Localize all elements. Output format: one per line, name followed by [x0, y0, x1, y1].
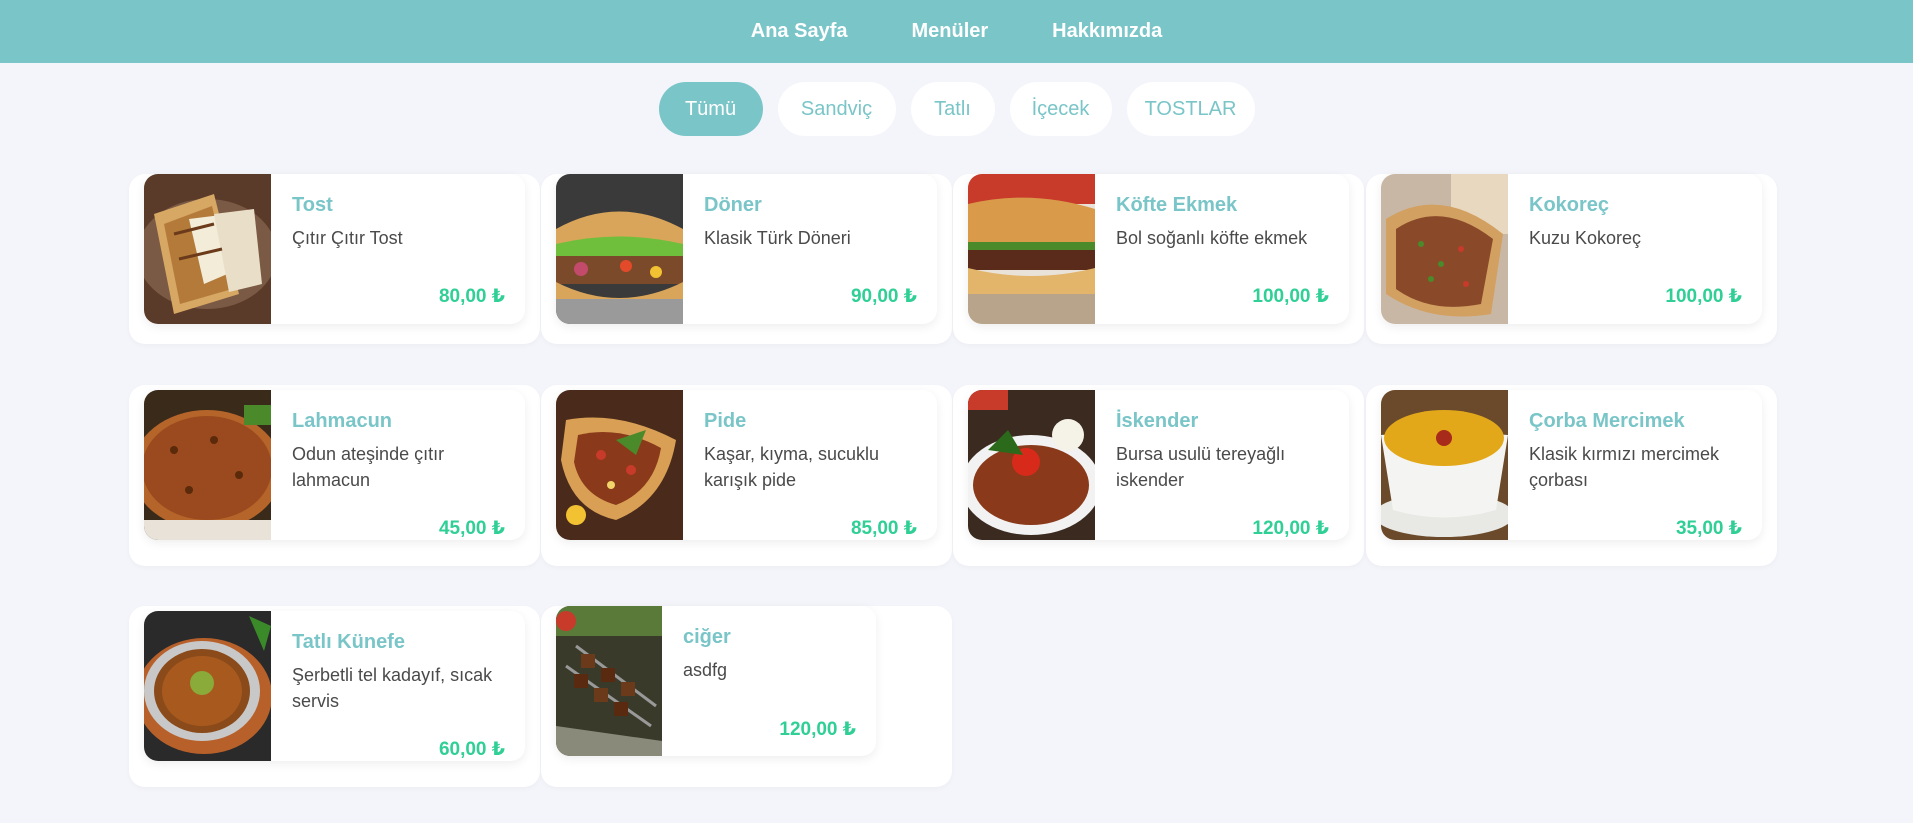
product-description: Klasik kırmızı mercimek çorbası: [1529, 444, 1720, 490]
product-name: Lahmacun: [292, 410, 393, 432]
filter-drinks[interactable]: İçecek: [1009, 82, 1112, 136]
product-price: 100,00 ₺: [1252, 286, 1329, 307]
product-name: Çorba Mercimek: [1529, 410, 1685, 432]
product-card-kunefe[interactable]: Tatlı Künefe Şerbetli tel kadayıf, sıcak…: [144, 611, 525, 761]
doner-image: [556, 174, 683, 324]
product-card-wrapper: Köfte Ekmek Bol soğanlı köfte ekmek 100,…: [953, 174, 1364, 344]
product-name: Köfte Ekmek: [1116, 194, 1238, 216]
nav-home-link[interactable]: Ana Sayfa: [751, 20, 848, 43]
pide-image: [556, 390, 683, 540]
product-price: 85,00 ₺: [850, 518, 917, 539]
kunefe-image: [144, 611, 271, 761]
kofte-image: [968, 174, 1095, 324]
product-card-ciger[interactable]: ciğer asdfg 120,00 ₺: [556, 606, 876, 756]
filter-toasts[interactable]: TOSTLAR: [1126, 82, 1255, 136]
filter-sandwich[interactable]: Sandviç: [777, 82, 896, 136]
product-price: 90,00 ₺: [850, 286, 917, 307]
product-card-pide[interactable]: Pide Kaşar, kıyma, sucuklu karışık pide …: [556, 390, 937, 540]
product-name: ciğer: [683, 626, 731, 648]
product-description: Şerbetli tel kadayıf, sıcak servis: [292, 665, 493, 711]
category-filter-bar: Tümü Sandviç Tatlı İçecek TOSTLAR: [0, 82, 1913, 136]
ciger-image: [556, 606, 662, 756]
product-card-kofte[interactable]: Köfte Ekmek Bol soğanlı köfte ekmek 100,…: [968, 174, 1349, 324]
product-price: 60,00 ₺: [438, 739, 505, 760]
product-description: Kuzu Kokoreç: [1529, 228, 1642, 248]
product-card-wrapper: Tost Çıtır Çıtır Tost 80,00 ₺: [129, 174, 540, 344]
product-description: Bursa usulü tereyağlı iskender: [1116, 444, 1286, 490]
product-price: 120,00 ₺: [779, 719, 856, 740]
product-description: Odun ateşinde çıtır lahmacun: [292, 444, 445, 490]
product-card-iskender[interactable]: İskender Bursa usulü tereyağlı iskender …: [968, 390, 1349, 540]
product-name: Tatlı Künefe: [292, 631, 405, 653]
nav-menus-link[interactable]: Menüler: [911, 20, 988, 43]
product-card-wrapper: İskender Bursa usulü tereyağlı iskender …: [953, 385, 1364, 566]
filter-all[interactable]: Tümü: [658, 82, 763, 136]
product-description: Klasik Türk Döneri: [704, 228, 851, 248]
soup-image: [1381, 390, 1508, 540]
product-price: 120,00 ₺: [1252, 518, 1329, 539]
product-card-wrapper: Çorba Mercimek Klasik kırmızı mercimek ç…: [1366, 385, 1777, 566]
product-description: Bol soğanlı köfte ekmek: [1116, 228, 1308, 248]
product-card-lahmacun[interactable]: Lahmacun Odun ateşinde çıtır lahmacun 45…: [144, 390, 525, 540]
product-name: Döner: [704, 194, 762, 216]
product-name: Pide: [704, 410, 747, 432]
top-navbar: Ana Sayfa Menüler Hakkımızda: [0, 0, 1913, 63]
product-card-wrapper: ciğer asdfg 120,00 ₺: [541, 606, 952, 787]
product-description: Çıtır Çıtır Tost: [292, 228, 403, 248]
toast-image: [144, 174, 271, 324]
product-price: 80,00 ₺: [438, 286, 505, 307]
product-card-wrapper: Kokoreç Kuzu Kokoreç 100,00 ₺: [1366, 174, 1777, 344]
filter-dessert[interactable]: Tatlı: [910, 82, 995, 136]
product-card-kokorec[interactable]: Kokoreç Kuzu Kokoreç 100,00 ₺: [1381, 174, 1762, 324]
product-card-wrapper: Pide Kaşar, kıyma, sucuklu karışık pide …: [541, 385, 952, 566]
product-name: Kokoreç: [1529, 194, 1610, 216]
product-card-wrapper: Lahmacun Odun ateşinde çıtır lahmacun 45…: [129, 385, 540, 566]
product-card-doner[interactable]: Döner Klasik Türk Döneri 90,00 ₺: [556, 174, 937, 324]
product-card-wrapper: Döner Klasik Türk Döneri 90,00 ₺: [541, 174, 952, 344]
nav-about-link[interactable]: Hakkımızda: [1052, 20, 1162, 43]
product-name: İskender: [1116, 410, 1199, 432]
product-price: 100,00 ₺: [1665, 286, 1742, 307]
product-price: 45,00 ₺: [438, 518, 505, 539]
iskender-image: [968, 390, 1095, 540]
product-card-soup[interactable]: Çorba Mercimek Klasik kırmızı mercimek ç…: [1381, 390, 1762, 540]
product-price: 35,00 ₺: [1675, 518, 1742, 539]
product-name: Tost: [292, 194, 333, 216]
product-card-wrapper: Tatlı Künefe Şerbetli tel kadayıf, sıcak…: [129, 606, 540, 787]
product-description: asdfg: [683, 660, 728, 680]
kokorec-image: [1381, 174, 1508, 324]
product-card-tost[interactable]: Tost Çıtır Çıtır Tost 80,00 ₺: [144, 174, 525, 324]
product-description: Kaşar, kıyma, sucuklu karışık pide: [704, 444, 880, 490]
lahmacun-image: [144, 390, 271, 540]
